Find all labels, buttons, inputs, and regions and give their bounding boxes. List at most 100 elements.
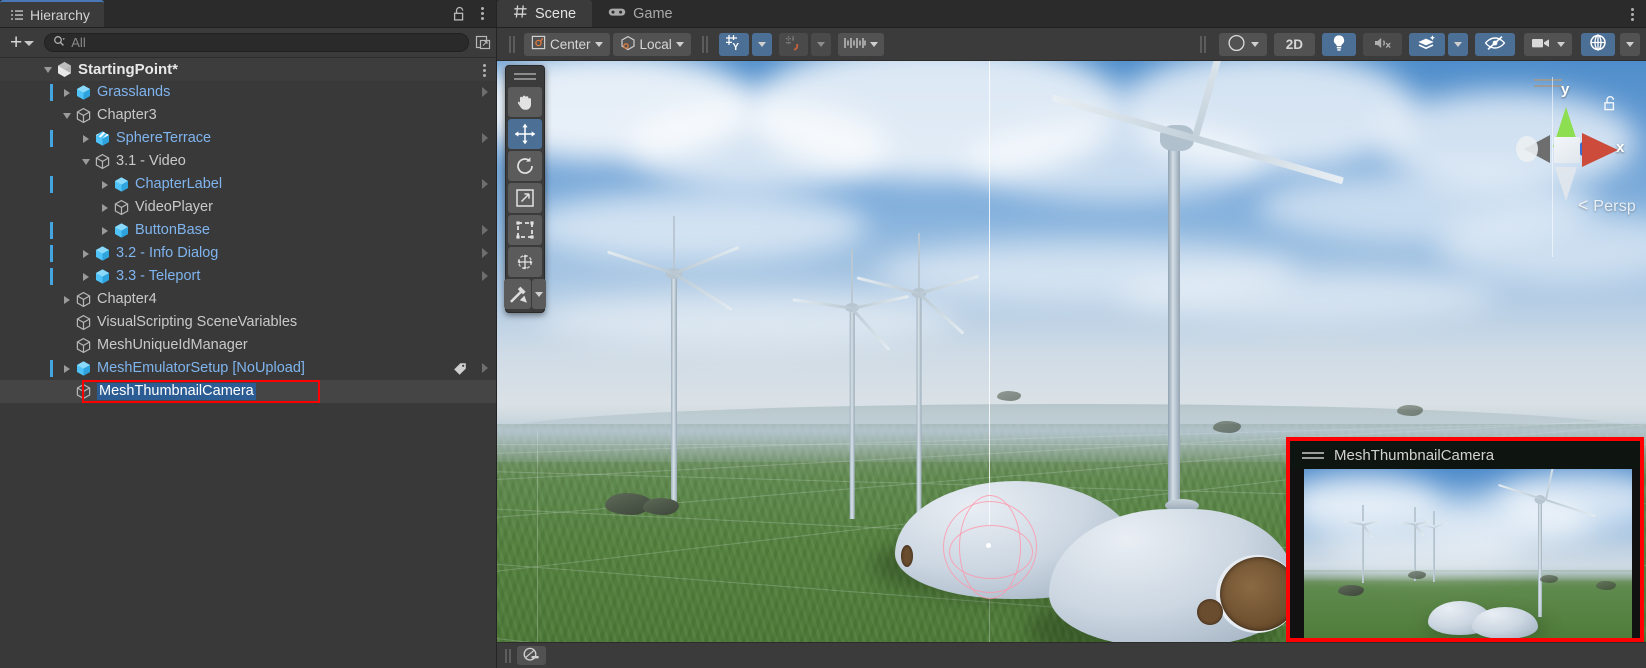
kebab-menu-icon[interactable] bbox=[477, 5, 488, 22]
overlay-grip-icon[interactable] bbox=[514, 69, 536, 86]
transform-tool[interactable] bbox=[508, 247, 542, 277]
search-input[interactable] bbox=[71, 35, 460, 50]
tab-game[interactable]: Game bbox=[592, 0, 689, 27]
enter-prefab-chevron-icon[interactable] bbox=[482, 133, 488, 143]
enter-prefab-chevron-icon[interactable] bbox=[482, 363, 488, 373]
rock-prop bbox=[997, 391, 1021, 401]
selection-center-handle[interactable] bbox=[986, 543, 991, 548]
gizmo-axis-nx-disc[interactable] bbox=[1516, 136, 1538, 162]
foldout-toggle[interactable] bbox=[97, 226, 113, 235]
hierarchy-item-meshuniqueidmanager[interactable]: MeshUniqueIdManager bbox=[0, 334, 496, 357]
tab-hierarchy[interactable]: Hierarchy bbox=[0, 0, 104, 27]
view-tool[interactable] bbox=[508, 87, 542, 117]
handle-space-button[interactable]: Local bbox=[612, 32, 691, 56]
gizmo-axis-ny-cone[interactable] bbox=[1555, 167, 1577, 201]
chevron-down-icon bbox=[63, 112, 71, 119]
draw-mode-button[interactable] bbox=[1218, 32, 1267, 56]
scene-audio-toggle[interactable] bbox=[1363, 32, 1402, 56]
scene-kebab-menu-icon[interactable] bbox=[1627, 6, 1638, 23]
grid-snapping-toggle[interactable]: Y bbox=[718, 32, 749, 56]
foldout-toggle[interactable] bbox=[59, 112, 75, 119]
hierarchy-item-3-2-info-dialog[interactable]: 3.2 - Info Dialog bbox=[0, 242, 496, 265]
overlay-grip-icon[interactable] bbox=[1534, 79, 1562, 91]
custom-editor-tool[interactable] bbox=[504, 279, 531, 309]
scene-audio-globe-button[interactable] bbox=[517, 646, 546, 665]
camera-preview-header[interactable]: MeshThumbnailCamera bbox=[1290, 441, 1640, 469]
hierarchy-item-chapterlabel[interactable]: ChapterLabel bbox=[0, 173, 496, 196]
grid-size-button[interactable] bbox=[837, 32, 884, 56]
scene-fx-dropdown[interactable] bbox=[1448, 32, 1468, 56]
hierarchy-item-sphereterrace[interactable]: SphereTerrace bbox=[0, 127, 496, 150]
tab-scene[interactable]: Scene bbox=[497, 0, 593, 27]
hierarchy-item-3-1-video[interactable]: 3.1 - Video bbox=[0, 150, 496, 173]
scene-camera-settings-button[interactable] bbox=[1524, 32, 1572, 56]
foldout-toggle[interactable] bbox=[59, 364, 75, 373]
open-in-new-window-icon[interactable] bbox=[475, 34, 492, 51]
pivot-mode-label: Center bbox=[550, 36, 591, 52]
hierarchy-item-label: MeshEmulatorSetup [NoUpload] bbox=[97, 360, 305, 376]
rotate-tool[interactable] bbox=[508, 151, 542, 181]
prefab-indicator-bar bbox=[50, 245, 53, 262]
hierarchy-item-grasslands[interactable]: Grasslands bbox=[0, 81, 496, 104]
enter-prefab-chevron-icon[interactable] bbox=[482, 179, 488, 189]
wind-turbine bbox=[856, 233, 979, 523]
scene-visibility-toggle[interactable] bbox=[1475, 32, 1515, 56]
hierarchy-item-meshthumbnailcamera[interactable]: MeshThumbnailCamera bbox=[0, 380, 496, 403]
vertex-snapping-toggle[interactable] bbox=[778, 32, 808, 56]
grid-snapping-dropdown[interactable] bbox=[751, 32, 772, 56]
enter-prefab-chevron-icon[interactable] bbox=[482, 248, 488, 258]
gizmo-padlock-icon[interactable] bbox=[1603, 95, 1618, 115]
prefab-cube-icon bbox=[75, 360, 92, 377]
hierarchy-item-buttonbase[interactable]: ButtonBase bbox=[0, 219, 496, 242]
hierarchy-item-visualscripting-scenevariables[interactable]: VisualScripting SceneVariables bbox=[0, 311, 496, 334]
chevron-right-icon bbox=[102, 226, 108, 235]
hierarchy-item-videoplayer[interactable]: VideoPlayer bbox=[0, 196, 496, 219]
create-gameobject-button[interactable]: + bbox=[4, 32, 38, 53]
prefab-tag-icon[interactable] bbox=[453, 362, 468, 380]
foldout-toggle[interactable] bbox=[78, 272, 94, 281]
overlay-grip-icon[interactable] bbox=[1302, 449, 1324, 462]
search-field[interactable] bbox=[44, 33, 469, 52]
gizmos-dropdown[interactable] bbox=[1620, 32, 1640, 56]
gizmo-projection-label[interactable]: < Persp bbox=[1578, 195, 1636, 216]
scene-viewport[interactable]: y x < Persp MeshThumbnailCamera bbox=[497, 61, 1646, 642]
foldout-toggle[interactable] bbox=[40, 66, 56, 73]
enter-prefab-chevron-icon[interactable] bbox=[482, 225, 488, 235]
scene-context-menu-icon[interactable] bbox=[479, 62, 490, 79]
scale-tool[interactable] bbox=[508, 183, 542, 213]
gizmo-center-cube[interactable] bbox=[1554, 137, 1580, 163]
gizmo-axis-x-cone[interactable] bbox=[1582, 133, 1618, 167]
enter-prefab-chevron-icon[interactable] bbox=[482, 87, 488, 97]
search-icon bbox=[53, 35, 66, 51]
toggle-2d-button[interactable]: 2D bbox=[1273, 32, 1315, 56]
hierarchy-item-meshemulatorsetup-noupload[interactable]: MeshEmulatorSetup [NoUpload] bbox=[0, 357, 496, 380]
tools-overlay[interactable] bbox=[504, 65, 546, 313]
rect-tool[interactable] bbox=[508, 215, 542, 245]
foldout-toggle[interactable] bbox=[78, 134, 94, 143]
scene-lighting-toggle[interactable] bbox=[1322, 32, 1356, 56]
hierarchy-item-3-3-teleport[interactable]: 3.3 - Teleport bbox=[0, 265, 496, 288]
overlay-grip-icon[interactable] bbox=[505, 648, 511, 663]
padlock-open-icon[interactable] bbox=[453, 6, 467, 22]
eye-hidden-icon bbox=[1484, 35, 1506, 54]
custom-editor-tool-dropdown[interactable] bbox=[532, 279, 546, 309]
hierarchy-tree[interactable]: StartingPoint* Grasslands Chapter3 SphereTe… bbox=[0, 58, 496, 658]
vertex-snapping-dropdown[interactable] bbox=[810, 32, 831, 56]
camera-preview-overlay[interactable]: MeshThumbnailCamera bbox=[1286, 437, 1644, 642]
scene-audio-globe-icon bbox=[523, 647, 540, 665]
hierarchy-item-chapter3[interactable]: Chapter3 bbox=[0, 104, 496, 127]
scene-fx-toggle[interactable] bbox=[1409, 32, 1445, 56]
foldout-toggle[interactable] bbox=[97, 203, 113, 212]
pivot-mode-button[interactable]: Center bbox=[524, 32, 610, 56]
move-tool[interactable] bbox=[508, 119, 542, 149]
hierarchy-item-startingpoint[interactable]: StartingPoint* bbox=[0, 58, 496, 81]
scene-toolbar: Center Local Y 2D bbox=[497, 28, 1646, 61]
enter-prefab-chevron-icon[interactable] bbox=[482, 271, 488, 281]
foldout-toggle[interactable] bbox=[59, 295, 75, 304]
foldout-toggle[interactable] bbox=[78, 249, 94, 258]
foldout-toggle[interactable] bbox=[59, 88, 75, 97]
foldout-toggle[interactable] bbox=[78, 158, 94, 165]
hierarchy-item-chapter4[interactable]: Chapter4 bbox=[0, 288, 496, 311]
foldout-toggle[interactable] bbox=[97, 180, 113, 189]
gizmos-toggle[interactable] bbox=[1581, 32, 1615, 56]
